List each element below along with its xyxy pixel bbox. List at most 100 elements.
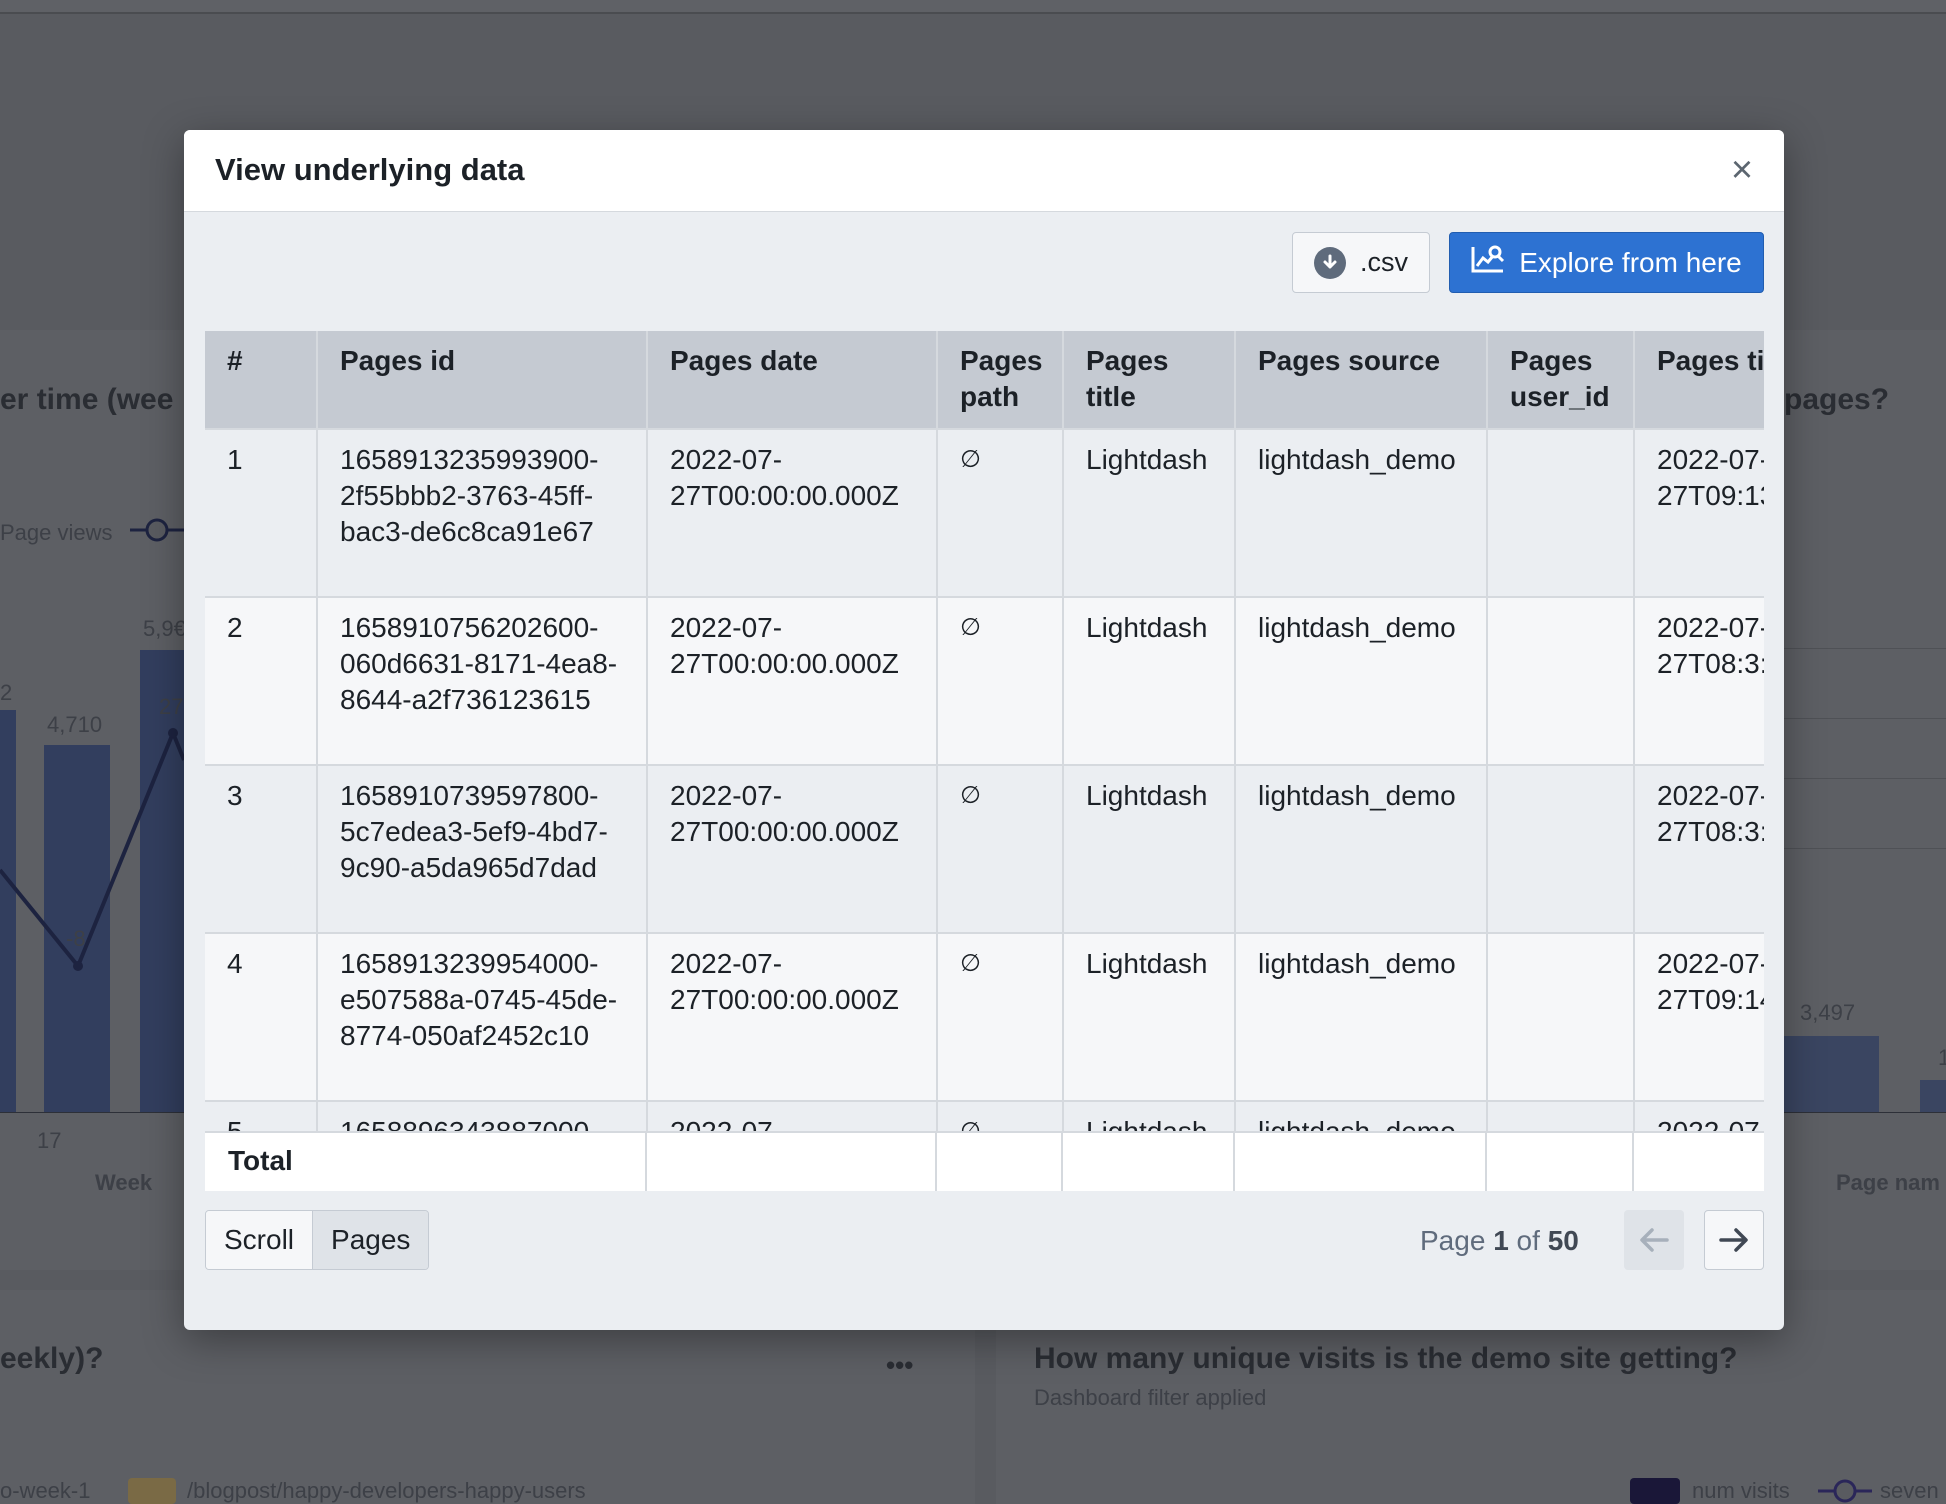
x-axis-line <box>1784 1112 1946 1113</box>
column-header-pages-title[interactable]: Pages title <box>1063 331 1236 430</box>
view-mode-toggle: Scroll Pages <box>205 1210 430 1270</box>
bar-label: 1 <box>1938 1045 1946 1070</box>
table-cell-index[interactable]: 3 <box>205 765 318 934</box>
legend-swatch <box>1630 1478 1680 1504</box>
x-tick-label: 17 <box>37 1128 62 1153</box>
table-cell-pages-id[interactable]: 1658910756202600-060d6631-8171-4ea8-8644… <box>317 597 648 766</box>
table-cell-pages-id[interactable]: 1658913239954000-e507588a-0745-45de-8774… <box>317 933 648 1102</box>
bar-label: 5,9€ <box>143 616 186 641</box>
table-cell-pages-title[interactable]: Lightdash <box>1063 933 1236 1102</box>
legend-item: o-week-1 <box>0 1478 91 1503</box>
total-cell <box>317 1133 647 1191</box>
column-header-pages-ti[interactable]: Pages ti <box>1634 331 1764 430</box>
pagination-info: Page 1 of 50 <box>1420 1225 1579 1257</box>
table-cell-index[interactable]: 1 <box>205 429 318 598</box>
current-page: 1 <box>1493 1225 1509 1256</box>
x-axis-label: Week <box>95 1170 153 1195</box>
bottom-right-title: How many unique visits is the demo site … <box>1034 1342 1738 1375</box>
legend-item: /blogpost/happy-developers-happy-users <box>187 1478 586 1503</box>
next-page-button[interactable] <box>1704 1210 1764 1270</box>
table-cell-index[interactable]: 2 <box>205 597 318 766</box>
total-cell <box>1235 1133 1487 1191</box>
table-cell-pages-title[interactable]: Lightdash <box>1063 429 1236 598</box>
download-csv-button[interactable]: .csv <box>1292 232 1430 293</box>
table-cell-pages-id[interactable]: 1658913235993900-2f55bbb2-3763-45ff-bac3… <box>317 429 648 598</box>
column-header-pages-source[interactable]: Pages source <box>1235 331 1488 430</box>
table-cell-pages-date[interactable]: 2022-07-27T00:00:00.000Z <box>647 429 938 598</box>
bottom-right-subtitle: Dashboard filter applied <box>1034 1385 1267 1410</box>
chart-line <box>0 727 184 971</box>
table-cell-pages-user-id[interactable] <box>1487 597 1635 766</box>
column-header-pages-user-id[interactable]: Pages user_id <box>1487 331 1635 430</box>
table-cell-pages-user-id[interactable] <box>1487 933 1635 1102</box>
table-cell-pages-id[interactable]: 1658910739597800-5c7edea3-5ef9-4bd7-9c90… <box>317 765 648 934</box>
table-row: 4 1658913239954000-e507588a-0745-45de-877… <box>205 933 1764 1102</box>
download-csv-label: .csv <box>1359 247 1408 277</box>
left-chart-legend: Page views <box>0 520 113 545</box>
data-table: # Pages id Pages date Pages path Pages title… <box>205 331 1764 1191</box>
page-of: of <box>1516 1225 1540 1256</box>
x-axis-line <box>0 1112 184 1113</box>
table-cell-pages-ti[interactable]: 2022-07-27T09:13 <box>1634 429 1764 598</box>
page-prefix: Page <box>1420 1225 1486 1256</box>
table-cell-pages-source[interactable]: lightdash_demo <box>1235 429 1488 598</box>
legend-swatch <box>128 1478 176 1504</box>
table-cell-pages-user-id[interactable] <box>1487 429 1635 598</box>
previous-page-button[interactable] <box>1624 1210 1684 1270</box>
bottom-left-title: eekly)? <box>0 1342 104 1375</box>
chart-menu-button[interactable]: ••• <box>886 1350 913 1381</box>
legend-item: seven <box>1880 1478 1939 1503</box>
point-label: -8 <box>66 926 86 951</box>
grid-line <box>1784 848 1946 849</box>
table-cell-pages-path[interactable]: ∅ <box>937 597 1064 766</box>
arrow-left-icon <box>1640 1228 1669 1252</box>
table-cell-pages-ti[interactable]: 2022-07-27T09:14 <box>1634 933 1764 1102</box>
column-header-pages-path[interactable]: Pages path <box>937 331 1064 430</box>
table-cell-pages-path[interactable]: ∅ <box>937 933 1064 1102</box>
column-header-pages-id[interactable]: Pages id <box>317 331 648 430</box>
arrow-right-icon <box>1719 1228 1748 1252</box>
total-cell <box>1487 1133 1634 1191</box>
chart-search-icon <box>1471 244 1505 281</box>
column-header-pages-date[interactable]: Pages date <box>647 331 938 430</box>
table-cell-pages-source[interactable]: lightdash_demo <box>1235 765 1488 934</box>
table-cell-pages-source[interactable]: lightdash_demo <box>1235 933 1488 1102</box>
total-cell <box>647 1133 937 1191</box>
close-button[interactable]: × <box>1722 150 1762 190</box>
scroll-mode-button[interactable]: Scroll <box>206 1211 313 1269</box>
right-chart-title: pages? <box>1784 383 1890 416</box>
legend-line-icon <box>1818 1479 1872 1503</box>
table-cell-pages-user-id[interactable] <box>1487 765 1635 934</box>
table-cell-pages-path[interactable]: ∅ <box>937 429 1064 598</box>
data-table-container[interactable]: # Pages id Pages date Pages path Pages title… <box>205 331 1764 1191</box>
table-total-row: Total <box>205 1131 1764 1191</box>
total-cell <box>1063 1133 1235 1191</box>
table-cell-pages-date[interactable]: 2022-07-27T00:00:00.000Z <box>647 933 938 1102</box>
modal-title: View underlying data <box>215 152 525 187</box>
table-cell-pages-ti[interactable]: 2022-07-27T08:3: <box>1634 597 1764 766</box>
download-icon <box>1313 246 1346 279</box>
pages-mode-button[interactable]: Pages <box>312 1211 429 1269</box>
total-label: Total <box>228 1145 293 1176</box>
bar-label: 3,497 <box>1800 1000 1856 1025</box>
dashboard-top-bar <box>0 0 1946 14</box>
table-cell-pages-date[interactable]: 2022-07-27T00:00:00.000Z <box>647 765 938 934</box>
table-cell-pages-ti[interactable]: 2022-07-27T08:3: <box>1634 765 1764 934</box>
grid-line <box>1784 778 1946 779</box>
table-cell-pages-title[interactable]: Lightdash <box>1063 765 1236 934</box>
close-icon: × <box>1730 149 1754 191</box>
table-cell-index[interactable]: 4 <box>205 933 318 1102</box>
table-cell-pages-path[interactable]: ∅ <box>937 765 1064 934</box>
chart-bar <box>1920 1080 1946 1112</box>
table-cell-pages-source[interactable]: lightdash_demo <box>1235 597 1488 766</box>
left-chart-title: er time (wee <box>0 383 174 416</box>
table-cell-pages-title[interactable]: Lightdash <box>1063 597 1236 766</box>
total-cell <box>937 1133 1063 1191</box>
column-header-index[interactable]: # <box>205 331 318 430</box>
explore-from-here-label: Explore from here <box>1519 246 1742 278</box>
grid-line <box>1784 718 1946 719</box>
table-row: 1 1658913235993900-2f55bbb2-3763-45ff-bac… <box>205 429 1764 598</box>
table-cell-pages-date[interactable]: 2022-07-27T00:00:00.000Z <box>647 597 938 766</box>
explore-from-here-button[interactable]: Explore from here <box>1449 232 1764 293</box>
modal-header: View underlying data × <box>184 130 1784 212</box>
